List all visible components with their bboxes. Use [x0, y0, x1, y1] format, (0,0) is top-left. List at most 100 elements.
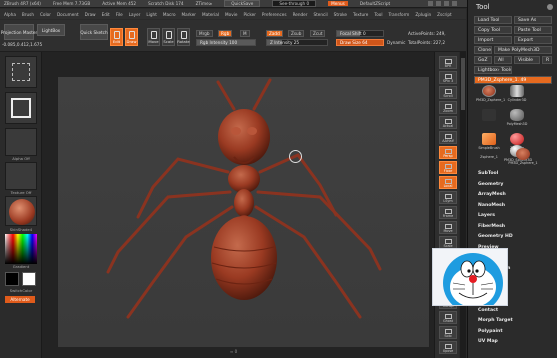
rgb-toggle[interactable]: Rgb	[218, 30, 233, 37]
dynamic-button[interactable]: Dynamic	[387, 40, 405, 45]
minimize-icon[interactable]	[436, 1, 441, 6]
tool-thumb-polymesh3d[interactable]: PolyMesh3D	[504, 109, 530, 131]
clone-button[interactable]: Clone	[474, 46, 492, 54]
focal-shift-slider[interactable]: Focal Shift 0	[336, 30, 384, 37]
tool-palette-header[interactable]: Tool	[468, 0, 557, 14]
subpalette-morph-target[interactable]: Morph Target	[478, 318, 513, 323]
material-thumbnail[interactable]	[5, 196, 37, 226]
zsub-toggle[interactable]: Zsub	[288, 30, 305, 37]
load-tool-button[interactable]: Load Tool	[474, 16, 512, 24]
subpalette-arraymesh[interactable]: ArrayMesh	[478, 192, 506, 197]
menu-draw[interactable]: Draw	[85, 12, 96, 17]
shelf-button-frame[interactable]: Frame	[439, 206, 457, 219]
move-button[interactable]: Move	[147, 28, 160, 46]
subpalette-layers[interactable]: Layers	[478, 213, 495, 218]
export-button[interactable]: Export	[514, 36, 552, 44]
palette-dock-icon[interactable]	[547, 4, 553, 10]
menus-button[interactable]: Menus	[328, 1, 348, 6]
mrgb-toggle[interactable]: Mrgb	[196, 30, 213, 37]
shelf-button-zoom[interactable]: Zoom	[439, 101, 457, 114]
shelf-button-spix-3[interactable]: SPix 3	[439, 71, 457, 84]
rgb-intensity-slider[interactable]: Rgb Intensity 100	[196, 39, 256, 46]
subpalette-nanomesh[interactable]: NanoMesh	[478, 203, 505, 208]
secondary-color-swatch[interactable]	[22, 272, 36, 286]
default-zscript-button[interactable]: DefaultZScript	[360, 1, 390, 6]
lightbox-button[interactable]: LightBox	[37, 24, 65, 36]
see-through-slider[interactable]: See-through 0	[272, 0, 317, 7]
shelf-button-local[interactable]: Local	[439, 176, 457, 189]
menu-light[interactable]: Light	[146, 12, 156, 17]
subpalette-polypaint[interactable]: Polypaint	[478, 329, 503, 334]
menu-picker[interactable]: Picker	[243, 12, 255, 17]
quick-sketch-button[interactable]: Quick Sketch	[80, 24, 108, 40]
draw-button[interactable]: Draw	[125, 28, 138, 46]
shelf-button-floor[interactable]: Floor	[439, 161, 457, 174]
shelf-button-persp[interactable]: Persp	[439, 146, 457, 159]
menu-zplugin[interactable]: Zplugin	[415, 12, 431, 17]
shelf-button-xpose[interactable]: Xpose	[439, 341, 457, 354]
menu-document[interactable]: Document	[57, 12, 79, 17]
menu-tool[interactable]: Tool	[374, 12, 382, 17]
tool-thumb-zsphere-1[interactable]: Zsphere_1	[476, 155, 502, 167]
menu-stencil[interactable]: Stencil	[313, 12, 327, 17]
menu-macro[interactable]: Macro	[163, 12, 176, 17]
menu-material[interactable]: Material	[202, 12, 219, 17]
r-button[interactable]: R	[542, 56, 552, 64]
subpalette-subtool[interactable]: SubTool	[478, 171, 498, 176]
draw-size-slider[interactable]: Draw Size 64	[336, 39, 384, 46]
subpalette-geometry-hd[interactable]: Geometry HD	[478, 234, 513, 239]
subpalette-geometry[interactable]: Geometry	[478, 182, 503, 187]
goz-button[interactable]: GoZ	[474, 56, 492, 64]
tool-thumb-pm3d-zsphere[interactable]: PM3D_Zsphere_1	[476, 85, 505, 107]
brush-thumbnail[interactable]	[5, 56, 37, 88]
menu-brush[interactable]: Brush	[22, 12, 34, 17]
copy-tool-button[interactable]: Copy Tool	[474, 26, 512, 34]
scrollbar-thumb[interactable]	[461, 58, 465, 110]
shelf-button-ghost[interactable]: Ghost	[439, 311, 457, 324]
shelf-button-solo[interactable]: Solo	[439, 326, 457, 339]
scale-button[interactable]: Scale	[162, 28, 175, 46]
alpha-thumbnail[interactable]	[5, 128, 37, 156]
menu-file[interactable]: File	[116, 12, 123, 17]
color-picker[interactable]	[5, 234, 37, 264]
menu-alpha[interactable]: Alpha	[4, 12, 16, 17]
import-button[interactable]: Import	[474, 36, 512, 44]
menu-stroke[interactable]: Stroke	[334, 12, 347, 17]
menu-transform[interactable]: Transform	[388, 12, 409, 17]
menu-movie[interactable]: Movie	[225, 12, 237, 17]
save-as-button[interactable]: Save As	[514, 16, 552, 24]
current-tool-slider[interactable]: PM3D_Zsphere_1. 49	[474, 76, 552, 84]
shelf-button-scroll[interactable]: Scroll	[439, 86, 457, 99]
right-scrollbar[interactable]	[460, 52, 466, 358]
shelf-button-actual[interactable]: Actual	[439, 116, 457, 129]
tool-thumb-brush[interactable]	[476, 109, 502, 131]
paste-tool-button[interactable]: Paste Tool	[514, 26, 552, 34]
all-button[interactable]: All	[494, 56, 512, 64]
alternate-button[interactable]: Alternate	[5, 296, 35, 303]
subpalette-fibermesh[interactable]: FiberMesh	[478, 224, 505, 229]
shelf-button-lsym[interactable]: LSym	[439, 191, 457, 204]
make-polymesh3d-button[interactable]: Make PolyMesh3D	[494, 46, 552, 54]
edit-button[interactable]: Edit	[110, 28, 123, 46]
texture-thumbnail[interactable]	[5, 162, 37, 190]
zadd-toggle[interactable]: Zadd	[266, 30, 283, 37]
main-color-swatch[interactable]	[5, 272, 19, 286]
menu-zscript[interactable]: Zscript	[437, 12, 452, 17]
tool-thumb-cylinder3d[interactable]: Cylinder3D	[504, 85, 530, 107]
subpalette-contact[interactable]: Contact	[478, 308, 498, 313]
menu-texture[interactable]: Texture	[353, 12, 368, 17]
m-toggle[interactable]: M	[240, 30, 250, 37]
shelf-button-bpr[interactable]: BPR	[439, 56, 457, 69]
zcut-toggle[interactable]: Zcut	[310, 30, 326, 37]
shelf-button-move[interactable]: Move	[439, 221, 457, 234]
tool-thumb-pm3d-zsphere-2[interactable]: PM3D_Zsphere_1	[508, 148, 538, 170]
projection-master-button[interactable]: Projection Master	[1, 24, 37, 40]
close-icon[interactable]	[452, 1, 457, 6]
visible-button[interactable]: Visible	[514, 56, 540, 64]
menu-preferences[interactable]: Preferences	[262, 12, 287, 17]
quicksave-button[interactable]: QuickSave	[224, 0, 261, 7]
rotate-button[interactable]: Rotate	[177, 28, 190, 46]
subpalette-uv-map[interactable]: UV Map	[478, 339, 498, 344]
viewport-canvas[interactable]	[57, 77, 430, 347]
menu-render[interactable]: Render	[293, 12, 308, 17]
